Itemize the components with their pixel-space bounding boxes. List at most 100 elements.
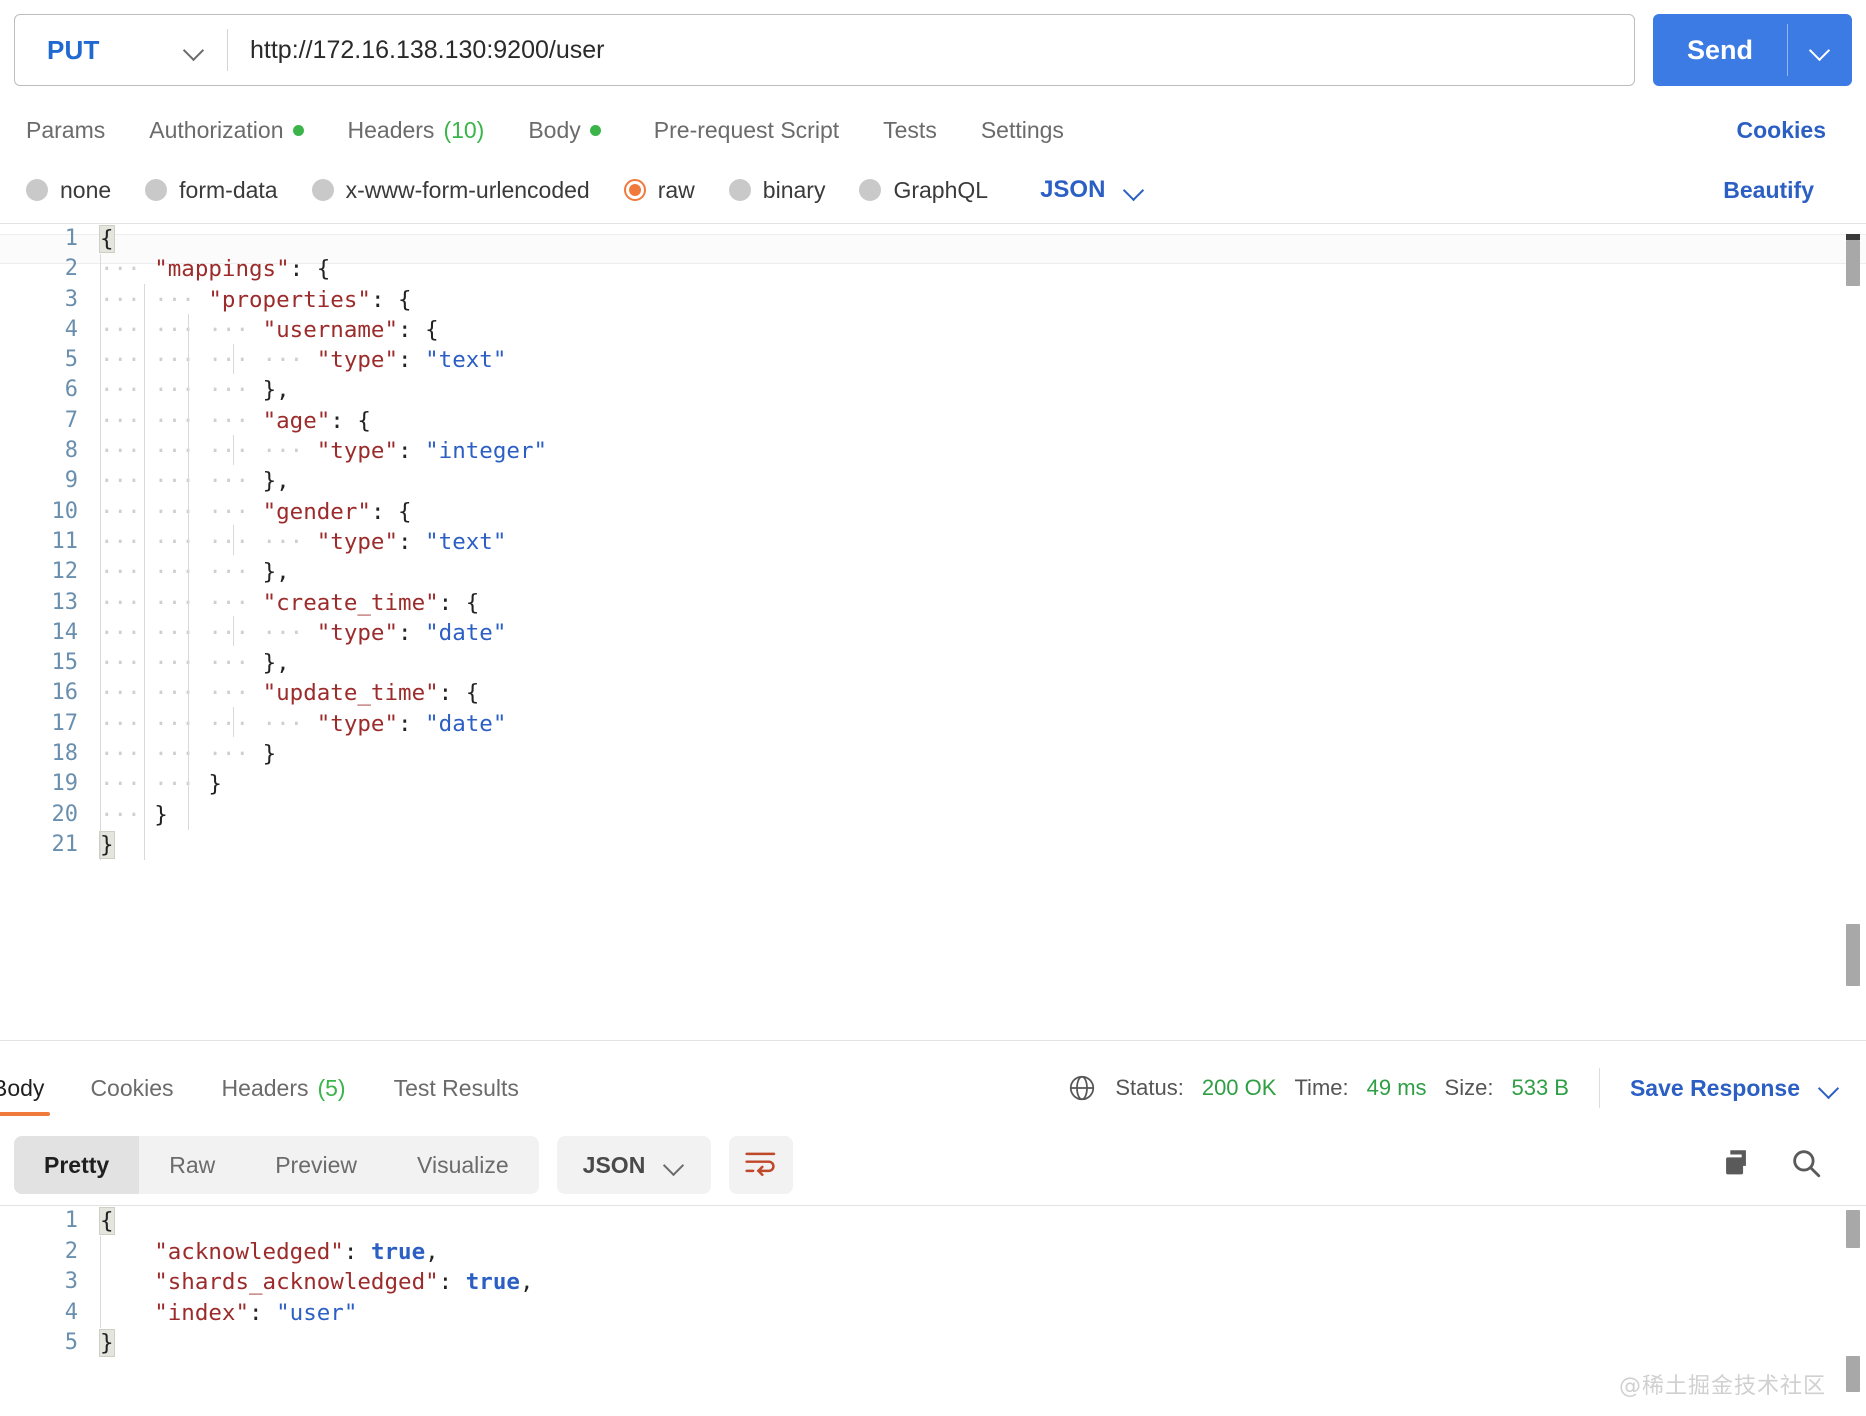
- beautify-link[interactable]: Beautify: [1723, 177, 1814, 204]
- code-line[interactable]: ··· ··· ··· ··· "type": "integer": [100, 436, 1866, 466]
- tab-body[interactable]: Body: [506, 102, 631, 158]
- code-line[interactable]: ··· ··· ··· "create_time": {: [100, 588, 1866, 618]
- vertical-scrollbar-thumb[interactable]: [1846, 1356, 1860, 1392]
- body-format-dropdown[interactable]: JSON: [1040, 176, 1145, 204]
- code-line[interactable]: ··· ··· }: [100, 769, 1866, 799]
- time-label: Time:: [1294, 1075, 1349, 1100]
- line-number: 15: [51, 650, 79, 676]
- tab-headers[interactable]: Headers (10): [326, 102, 507, 158]
- tab-tests[interactable]: Tests: [861, 102, 959, 158]
- request-tab-bar: Params Authorization Headers (10) Body P…: [0, 100, 1866, 160]
- request-code-lines[interactable]: {··· "mappings": {··· ··· "properties": …: [99, 224, 1866, 1032]
- code-line[interactable]: "acknowledged": true,: [100, 1237, 1866, 1268]
- view-mode-visualize[interactable]: Visualize: [387, 1136, 539, 1194]
- tab-settings[interactable]: Settings: [959, 102, 1086, 158]
- body-type-binary[interactable]: binary: [728, 177, 825, 204]
- tab-label: Body: [0, 1074, 45, 1101]
- response-tab-cookies[interactable]: Cookies: [66, 1054, 197, 1122]
- code-line[interactable]: }: [99, 830, 1866, 860]
- view-mode-pretty[interactable]: Pretty: [14, 1136, 140, 1194]
- code-line[interactable]: ··· ··· ··· },: [100, 466, 1866, 496]
- chevron-down-icon[interactable]: [1818, 1077, 1840, 1099]
- send-options-dropdown[interactable]: [1788, 14, 1852, 86]
- tab-label: Params: [26, 116, 106, 143]
- body-type-none[interactable]: none: [26, 177, 111, 204]
- code-line[interactable]: ··· ··· ··· "gender": {: [100, 497, 1866, 527]
- body-type-graphql[interactable]: GraphQL: [859, 177, 988, 204]
- tab-authorization[interactable]: Authorization: [127, 102, 325, 158]
- copy-button[interactable]: [1714, 1143, 1758, 1187]
- code-line[interactable]: ··· ··· ··· },: [100, 375, 1866, 405]
- request-url-input[interactable]: [228, 15, 1634, 85]
- code-line[interactable]: ··· ··· ··· }: [100, 739, 1866, 769]
- line-number: 6: [64, 377, 78, 403]
- code-line[interactable]: ··· ··· ··· "username": {: [100, 315, 1866, 345]
- code-line[interactable]: }: [99, 1328, 1866, 1359]
- line-number: 16: [51, 680, 79, 706]
- line-number: 1: [64, 1208, 78, 1233]
- indent-guide: [233, 344, 234, 374]
- body-format-label: JSON: [1040, 176, 1106, 203]
- code-line[interactable]: ··· ··· ··· ··· "type": "text": [100, 345, 1866, 375]
- view-mode-label: Raw: [169, 1151, 216, 1178]
- radio-icon: [728, 179, 751, 201]
- response-tab-body[interactable]: Body: [0, 1054, 66, 1122]
- response-body-viewer[interactable]: 1 2 3 4 5 { "acknowledged": true, "shards_ac…: [0, 1206, 1866, 1416]
- line-number: 3: [64, 1269, 78, 1294]
- http-method-label: PUT: [47, 34, 100, 65]
- request-body-editor[interactable]: 1 2 3 4 5 6 7 8 9 10 11 12 13 14 15 16 17 18 19 20 21 {··· "…: [0, 224, 1866, 1032]
- response-format-dropdown[interactable]: JSON: [556, 1136, 712, 1194]
- indent-guide: [233, 525, 234, 555]
- response-tab-test-results[interactable]: Test Results: [370, 1054, 543, 1122]
- vertical-scrollbar-thumb-top[interactable]: [1846, 1210, 1860, 1248]
- code-line[interactable]: ··· }: [100, 800, 1866, 830]
- view-mode-raw[interactable]: Raw: [139, 1136, 245, 1194]
- code-line[interactable]: {: [99, 1206, 1866, 1237]
- line-number: 13: [51, 589, 79, 615]
- code-line[interactable]: ··· ··· ··· ··· "type": "date": [100, 709, 1866, 739]
- tab-count: (5): [317, 1074, 346, 1101]
- body-type-urlencoded[interactable]: x-www-form-urlencoded: [311, 176, 590, 204]
- code-line[interactable]: "shards_acknowledged": true,: [100, 1267, 1866, 1298]
- chevron-down-icon: [1809, 39, 1831, 61]
- body-type-label: x-www-form-urlencoded: [345, 176, 590, 203]
- code-line[interactable]: ··· ··· "properties": {: [100, 285, 1866, 315]
- vertical-scrollbar-thumb-top[interactable]: [1846, 240, 1860, 286]
- tab-label: Headers: [221, 1074, 309, 1101]
- code-line[interactable]: ··· ··· ··· ··· "type": "date": [100, 618, 1866, 648]
- code-line[interactable]: ··· ··· ··· ··· "type": "text": [100, 527, 1866, 557]
- line-number: 7: [64, 407, 78, 433]
- response-code-lines[interactable]: { "acknowledged": true, "shards_acknowle…: [99, 1206, 1866, 1416]
- body-type-form-data[interactable]: form-data: [145, 177, 278, 204]
- response-line-numbers: 1 2 3 4 5: [0, 1206, 100, 1416]
- indent-guide: [233, 616, 234, 646]
- http-method-dropdown[interactable]: PUT: [15, 15, 227, 85]
- code-line[interactable]: {: [99, 224, 1866, 254]
- radio-icon: [311, 179, 334, 201]
- indent-guide: [188, 314, 189, 830]
- code-line[interactable]: ··· ··· ··· "age": {: [100, 406, 1866, 436]
- view-mode-preview[interactable]: Preview: [245, 1136, 387, 1194]
- line-number: 10: [51, 498, 79, 524]
- code-line[interactable]: ··· "mappings": {: [100, 254, 1866, 284]
- word-wrap-button[interactable]: [729, 1136, 794, 1194]
- response-tab-headers[interactable]: Headers (5): [198, 1054, 370, 1122]
- search-button[interactable]: [1784, 1143, 1828, 1187]
- copy-icon: [1719, 1146, 1753, 1185]
- tab-pre-request-script[interactable]: Pre-request Script: [632, 102, 861, 158]
- line-number: 2: [64, 1238, 78, 1264]
- code-line[interactable]: ··· ··· ··· },: [100, 557, 1866, 587]
- tab-params[interactable]: Params: [14, 102, 127, 158]
- search-icon: [1789, 1146, 1823, 1185]
- code-line[interactable]: "index": "user": [100, 1298, 1866, 1329]
- cookies-link[interactable]: Cookies: [1737, 117, 1826, 144]
- body-type-label: raw: [657, 176, 695, 203]
- save-response-button[interactable]: Save Response: [1630, 1075, 1800, 1102]
- vertical-scrollbar-thumb[interactable]: [1846, 924, 1860, 986]
- chevron-down-icon: [183, 39, 205, 61]
- code-line[interactable]: ··· ··· ··· "update_time": {: [100, 678, 1866, 708]
- body-type-raw[interactable]: raw: [623, 176, 695, 204]
- code-line[interactable]: ··· ··· ··· },: [100, 648, 1866, 678]
- line-number: 18: [51, 741, 79, 767]
- send-button[interactable]: Send: [1653, 14, 1787, 86]
